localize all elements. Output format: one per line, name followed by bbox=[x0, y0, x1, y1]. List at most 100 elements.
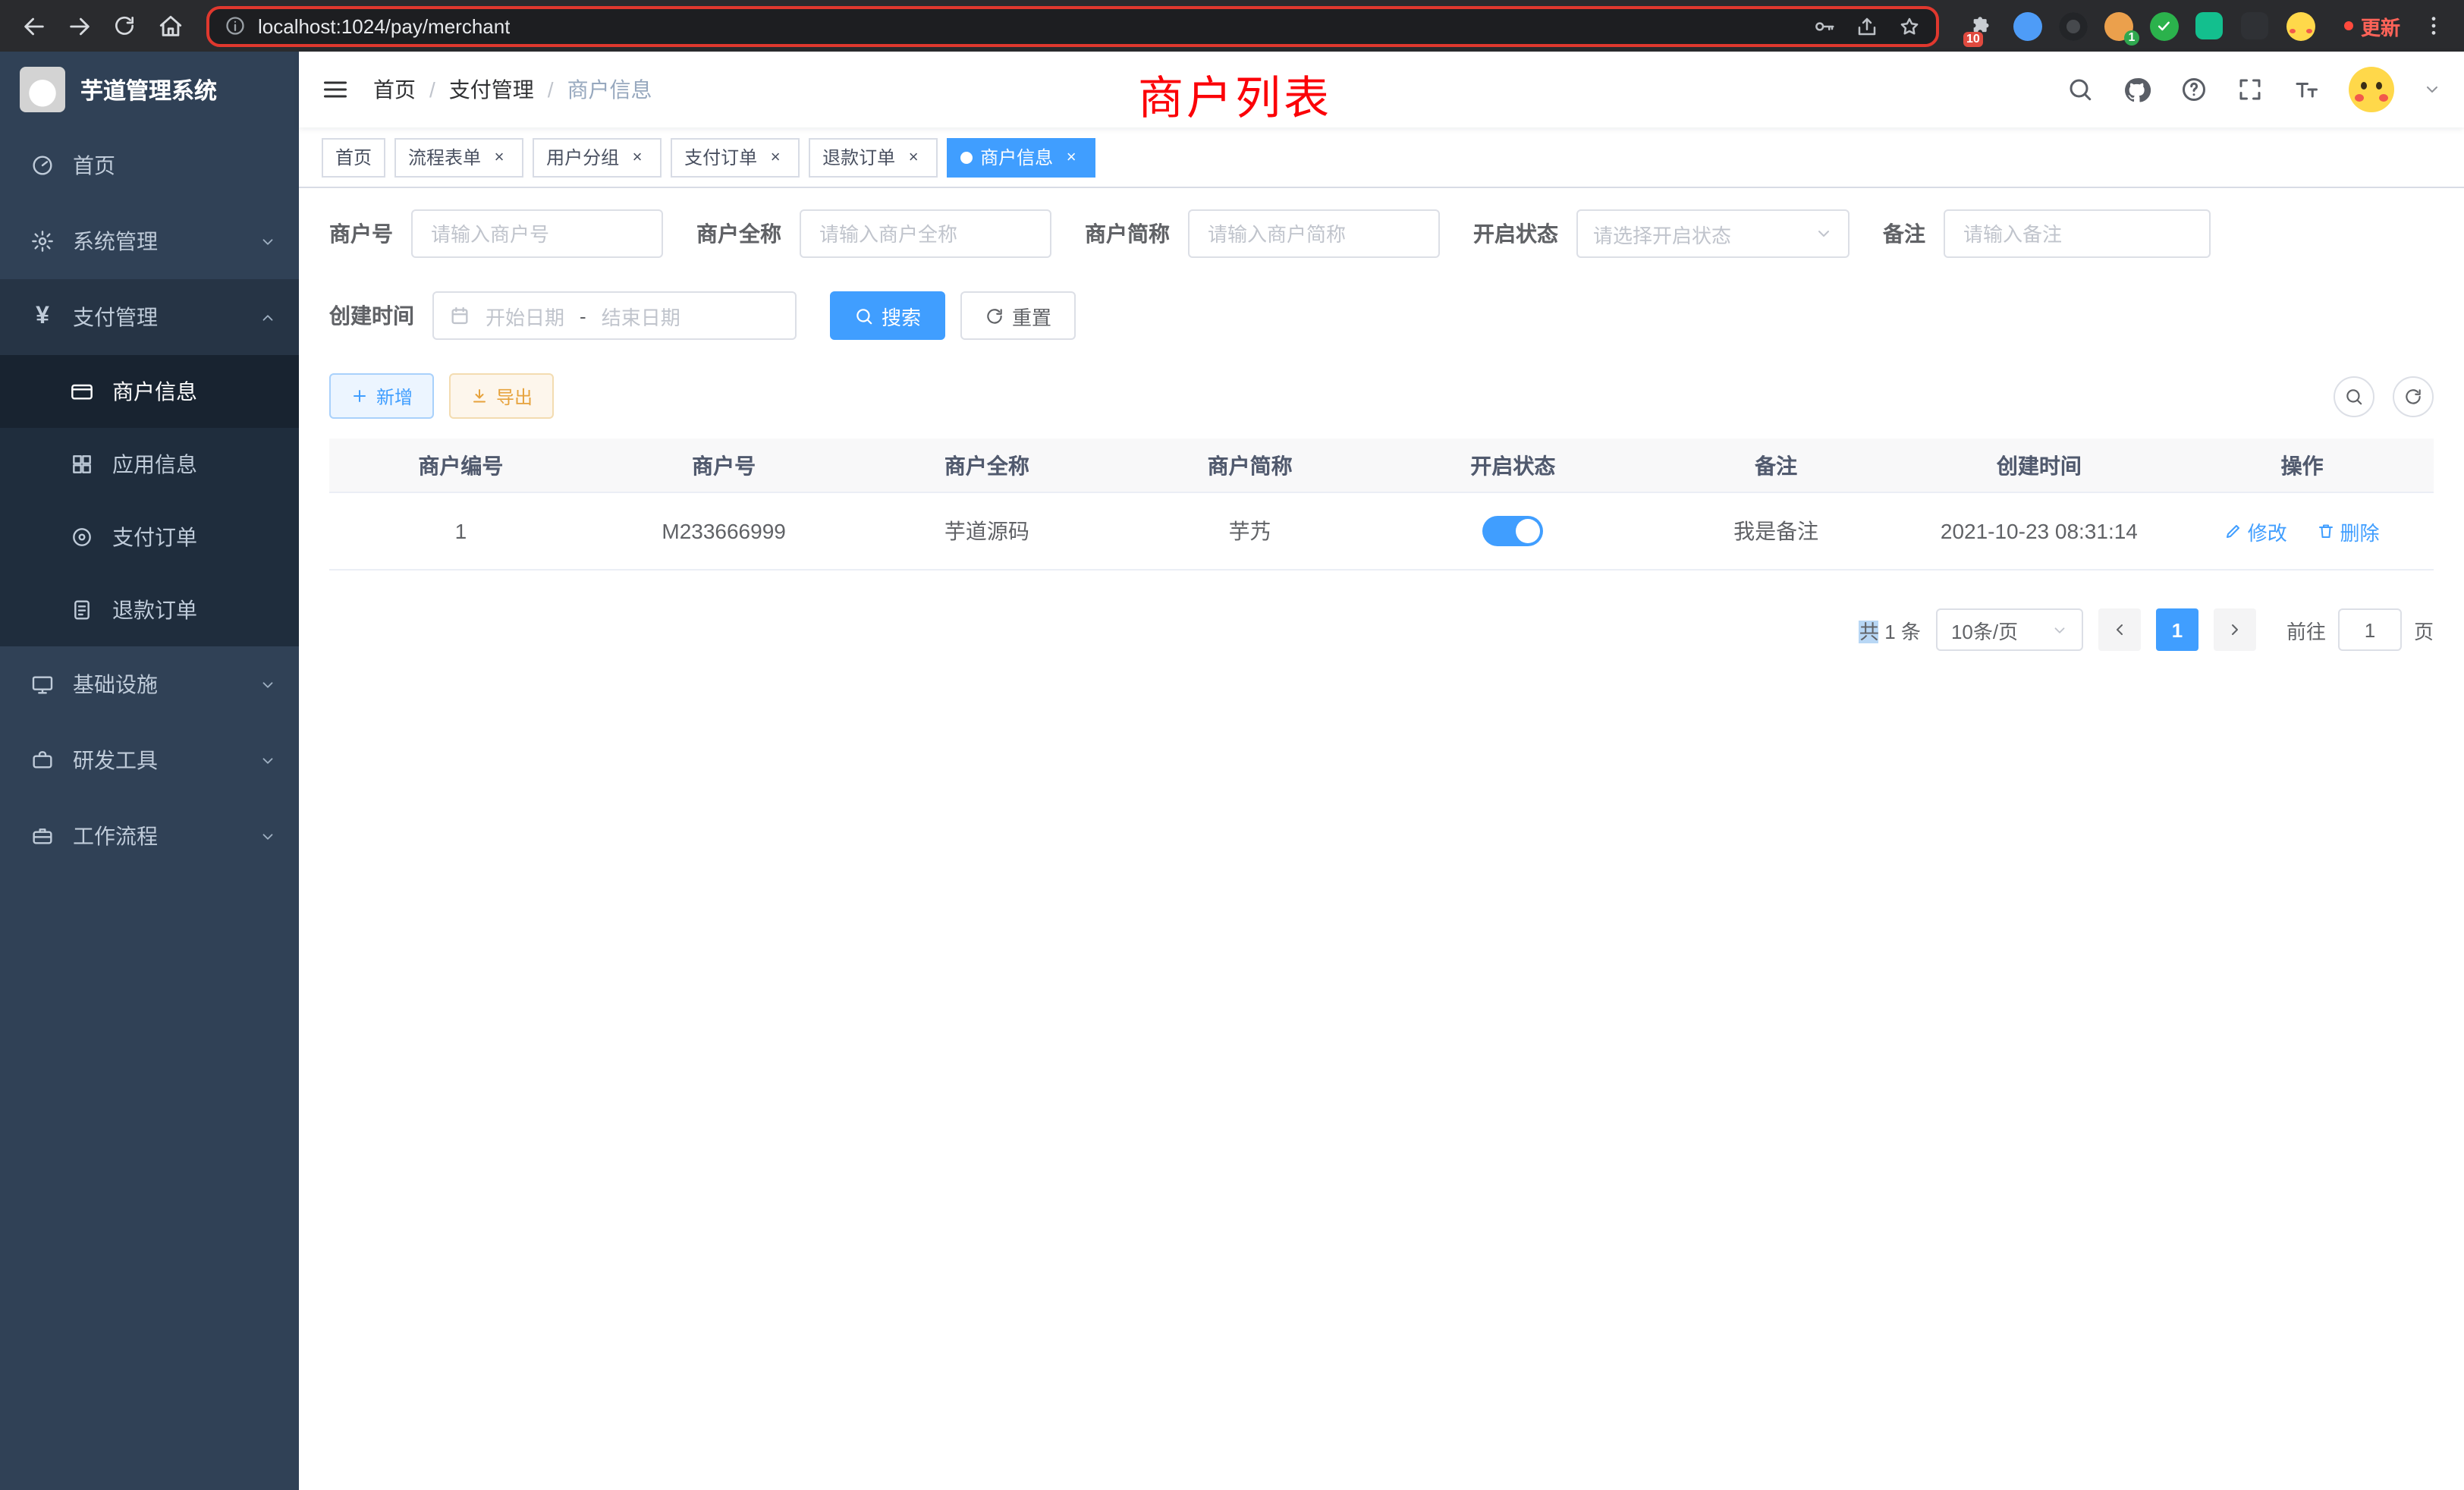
chevron-down-icon bbox=[259, 233, 276, 250]
merchant-no-input[interactable] bbox=[411, 209, 663, 258]
extensions-bar: 10 1 bbox=[1954, 10, 2329, 42]
sidebar-item-pay-order[interactable]: 支付订单 bbox=[0, 501, 299, 574]
edit-link[interactable]: 修改 bbox=[2225, 517, 2287, 545]
search-button[interactable]: 搜索 bbox=[830, 291, 945, 340]
close-icon[interactable]: × bbox=[489, 146, 510, 168]
prev-page-button[interactable] bbox=[2098, 608, 2141, 651]
filter-label: 商户号 bbox=[329, 218, 393, 249]
extension-avatar-icon[interactable]: 1 bbox=[2103, 10, 2135, 42]
tab-process-form[interactable]: 流程表单 × bbox=[394, 137, 523, 177]
remark-input[interactable] bbox=[1944, 209, 2211, 258]
status-select[interactable]: 请选择开启状态 bbox=[1576, 209, 1850, 258]
sidebar-item-devtools[interactable]: 研发工具 bbox=[0, 722, 299, 798]
sidebar-item-refund-order[interactable]: 退款订单 bbox=[0, 574, 299, 646]
site-info-icon[interactable] bbox=[225, 15, 246, 36]
github-icon[interactable] bbox=[2123, 75, 2151, 104]
tab-pay-order[interactable]: 支付订单 × bbox=[671, 137, 800, 177]
tab-refund-order[interactable]: 退款订单 × bbox=[809, 137, 938, 177]
total-count: 1 bbox=[1884, 620, 1895, 643]
filter-label: 商户全称 bbox=[696, 218, 781, 249]
font-size-icon[interactable] bbox=[2293, 76, 2320, 103]
monitor-icon bbox=[30, 672, 55, 696]
reset-button[interactable]: 重置 bbox=[960, 291, 1076, 340]
browser-back-button[interactable] bbox=[12, 5, 55, 47]
status-switch[interactable] bbox=[1482, 516, 1543, 546]
calendar-icon bbox=[449, 305, 470, 326]
close-icon[interactable]: × bbox=[1061, 146, 1082, 168]
sidebar-item-home[interactable]: 首页 bbox=[0, 127, 299, 203]
tab-home[interactable]: 首页 bbox=[322, 137, 385, 177]
total-suffix: 条 bbox=[1901, 620, 1921, 643]
table-header-cell: 开启状态 bbox=[1381, 450, 1645, 480]
table-row: 1 M233666999 芋道源码 芋艿 我是备注 2021-10-23 08:… bbox=[329, 493, 2434, 571]
next-page-button[interactable] bbox=[2214, 608, 2256, 651]
sidebar-item-label: 商户信息 bbox=[112, 376, 197, 407]
breadcrumb-payment[interactable]: 支付管理 bbox=[449, 74, 534, 105]
browser-forward-button[interactable] bbox=[58, 5, 100, 47]
extension-green-circle-icon[interactable] bbox=[2148, 10, 2180, 42]
sidebar-item-merchant-info[interactable]: 商户信息 bbox=[0, 355, 299, 428]
extension-knot-icon[interactable] bbox=[2239, 10, 2271, 42]
sidebar-item-payment[interactable]: ¥ 支付管理 bbox=[0, 279, 299, 355]
tab-user-group[interactable]: 用户分组 × bbox=[533, 137, 662, 177]
address-bar[interactable]: localhost:1024/pay/merchant bbox=[206, 5, 1939, 46]
avatar-caret-icon[interactable] bbox=[2423, 80, 2441, 99]
filter-label: 创建时间 bbox=[329, 300, 414, 331]
update-label: 更新 bbox=[2361, 11, 2400, 40]
browser-update-button[interactable]: 更新 bbox=[2332, 11, 2412, 40]
table-header-cell: 商户编号 bbox=[329, 450, 592, 480]
password-key-icon[interactable] bbox=[1813, 14, 1836, 37]
sidebar-item-infrastructure[interactable]: 基础设施 bbox=[0, 646, 299, 722]
sidebar-toggle-button[interactable] bbox=[322, 76, 349, 103]
sidebar-item-app-info[interactable]: 应用信息 bbox=[0, 428, 299, 501]
browser-menu-button[interactable] bbox=[2415, 5, 2452, 47]
share-icon[interactable] bbox=[1856, 14, 1878, 37]
chevron-down-icon bbox=[2051, 621, 2068, 638]
delete-link[interactable]: 删除 bbox=[2318, 517, 2380, 545]
create-time-range-picker[interactable]: 开始日期 - 结束日期 bbox=[432, 291, 797, 340]
goto-page-input[interactable] bbox=[2338, 608, 2402, 651]
close-icon[interactable]: × bbox=[627, 146, 648, 168]
page-size-select[interactable]: 10条/页 bbox=[1936, 608, 2083, 651]
tab-label: 首页 bbox=[335, 144, 372, 170]
tab-merchant-info[interactable]: 商户信息 × bbox=[947, 137, 1095, 177]
browser-home-button[interactable] bbox=[149, 5, 191, 47]
close-icon[interactable]: × bbox=[903, 146, 924, 168]
table-header-cell: 备注 bbox=[1645, 450, 1908, 480]
extensions-puzzle-icon[interactable]: 10 bbox=[1966, 10, 1998, 42]
add-button[interactable]: 新增 bbox=[329, 373, 434, 419]
browser-reload-button[interactable] bbox=[103, 5, 146, 47]
search-icon[interactable] bbox=[2066, 76, 2094, 103]
merchant-table: 商户编号 商户号 商户全称 商户简称 开启状态 备注 创建时间 操作 1 M23… bbox=[329, 439, 2434, 571]
bookmark-star-icon[interactable] bbox=[1898, 14, 1921, 37]
fullscreen-icon[interactable] bbox=[2236, 76, 2264, 103]
toolbox-icon bbox=[30, 748, 55, 772]
avatar[interactable] bbox=[2349, 67, 2394, 112]
breadcrumb-home[interactable]: 首页 bbox=[373, 74, 416, 105]
full-name-input[interactable] bbox=[800, 209, 1051, 258]
cell-short-name: 芋艿 bbox=[1118, 516, 1381, 546]
extension-dark-icon[interactable] bbox=[2057, 10, 2089, 42]
app-logo[interactable]: 芋道管理系统 bbox=[0, 52, 299, 127]
sidebar-item-label: 退款订单 bbox=[112, 595, 197, 625]
total-prefix: 共 bbox=[1859, 620, 1879, 643]
extension-green-square-icon[interactable] bbox=[2194, 10, 2226, 42]
short-name-input[interactable] bbox=[1188, 209, 1440, 258]
toggle-search-button[interactable] bbox=[2334, 376, 2374, 417]
topbar: 首页 / 支付管理 / 商户信息 bbox=[299, 52, 2464, 127]
page-1-button[interactable]: 1 bbox=[2156, 608, 2198, 651]
pagination-goto: 前往 页 bbox=[2286, 608, 2434, 651]
export-button[interactable]: 导出 bbox=[449, 373, 554, 419]
sidebar-item-system[interactable]: 系统管理 bbox=[0, 203, 299, 279]
forward-arrow-icon bbox=[66, 13, 92, 39]
sidebar-item-workflow[interactable]: 工作流程 bbox=[0, 798, 299, 874]
table-header-row: 商户编号 商户号 商户全称 商户简称 开启状态 备注 创建时间 操作 bbox=[329, 439, 2434, 493]
search-icon bbox=[854, 306, 874, 325]
close-icon[interactable]: × bbox=[765, 146, 786, 168]
refresh-table-button[interactable] bbox=[2393, 376, 2434, 417]
extension-pikachu-icon[interactable] bbox=[2285, 10, 2317, 42]
help-icon[interactable] bbox=[2180, 76, 2208, 103]
gear-icon bbox=[30, 229, 55, 253]
chevron-left-icon bbox=[2110, 621, 2129, 639]
extension-blue-icon[interactable] bbox=[2012, 10, 2044, 42]
